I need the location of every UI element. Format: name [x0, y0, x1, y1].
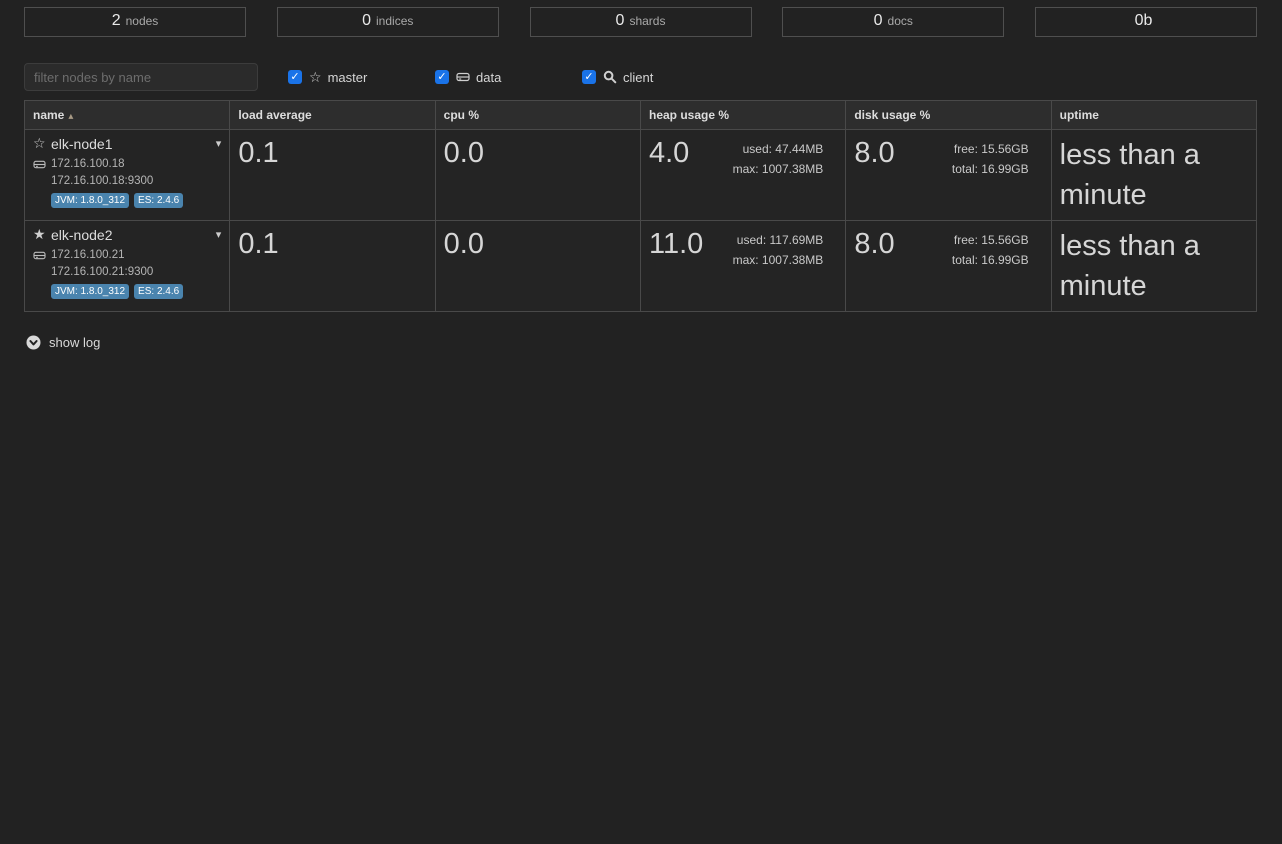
- cpu-cell: 0.0: [435, 130, 640, 221]
- elected-master-star-icon: ★: [33, 226, 51, 243]
- filter-master-checkbox-group[interactable]: ✓ ☆ master: [288, 70, 405, 85]
- heap-usage-cell: 4.0 used: 47.44MB max: 1007.38MB: [640, 130, 845, 221]
- node-actions-caret-icon[interactable]: ▾: [216, 137, 222, 150]
- client-checkbox[interactable]: ✓: [582, 70, 596, 84]
- stat-indices: 0 indices: [277, 7, 499, 37]
- uptime-cell: less than a minute: [1051, 130, 1256, 221]
- cpu-value: 0.0: [444, 137, 632, 170]
- cluster-stats-row: 2 nodes 0 indices 0 shards 0 docs 0b: [0, 0, 1282, 37]
- drive-icon: [456, 71, 470, 83]
- cpu-cell: 0.0: [435, 221, 640, 312]
- disk-percent-value: 8.0: [854, 228, 894, 270]
- node-ip: 172.16.100.18: [51, 158, 125, 170]
- jvm-version-badge: JVM: 1.8.0_312: [51, 193, 129, 208]
- uptime-value: less than a minute: [1060, 226, 1248, 306]
- load-average-value: 0.1: [238, 137, 426, 170]
- node-actions-caret-icon[interactable]: ▾: [216, 228, 222, 241]
- column-header-uptime[interactable]: uptime: [1051, 101, 1256, 130]
- disk-total: total: 16.99GB: [952, 159, 1029, 179]
- data-checkbox[interactable]: ✓: [435, 70, 449, 84]
- stat-docs: 0 docs: [782, 7, 1004, 37]
- node-name-cell: ★ elk-node2 ▾ 172.16.100.21 172.16.100.2…: [25, 221, 230, 312]
- show-log-toggle[interactable]: show log: [26, 335, 136, 350]
- heap-percent-value: 11.0: [649, 228, 703, 270]
- es-version-badge: ES: 2.4.6: [134, 193, 183, 208]
- column-header-heap-usage[interactable]: heap usage %: [640, 101, 845, 130]
- master-checkbox-label: master: [328, 70, 368, 85]
- star-icon: ☆: [309, 70, 322, 84]
- filter-data-checkbox-group[interactable]: ✓ data: [435, 70, 552, 85]
- client-checkbox-label: client: [623, 70, 653, 85]
- heap-max: max: 1007.38MB: [733, 250, 824, 270]
- stat-shards-label: shards: [629, 14, 665, 28]
- node-transport-address: 172.16.100.21:9300: [51, 266, 221, 278]
- column-header-name[interactable]: name▴: [25, 101, 230, 130]
- disk-usage-cell: 8.0 free: 15.56GB total: 16.99GB: [846, 221, 1051, 312]
- stat-shards-value: 0: [616, 12, 625, 30]
- column-header-load-average[interactable]: load average: [230, 101, 435, 130]
- master-checkbox[interactable]: ✓: [288, 70, 302, 84]
- chevron-circle-down-icon: [26, 335, 41, 350]
- node-ip: 172.16.100.21: [51, 249, 125, 261]
- disk-percent-value: 8.0: [854, 137, 894, 179]
- heap-used: used: 117.69MB: [733, 230, 824, 250]
- stat-nodes: 2 nodes: [24, 7, 246, 37]
- disk-usage-cell: 8.0 free: 15.56GB total: 16.99GB: [846, 130, 1051, 221]
- heap-usage-cell: 11.0 used: 117.69MB max: 1007.38MB: [640, 221, 845, 312]
- stat-size: 0b: [1035, 7, 1257, 37]
- cpu-value: 0.0: [444, 228, 632, 261]
- stat-indices-label: indices: [376, 14, 413, 28]
- node-transport-address: 172.16.100.18:9300: [51, 175, 221, 187]
- uptime-cell: less than a minute: [1051, 221, 1256, 312]
- stat-nodes-label: nodes: [126, 14, 159, 28]
- jvm-version-badge: JVM: 1.8.0_312: [51, 284, 129, 299]
- show-log-label: show log: [49, 335, 100, 350]
- node-row-elk-node1: ☆ elk-node1 ▾ 172.16.100.18 172.16.100.1…: [25, 130, 1257, 221]
- node-row-elk-node2: ★ elk-node2 ▾ 172.16.100.21 172.16.100.2…: [25, 221, 1257, 312]
- load-average-cell: 0.1: [230, 221, 435, 312]
- stat-nodes-value: 2: [112, 12, 121, 30]
- drive-icon: [33, 159, 51, 170]
- stat-indices-value: 0: [362, 12, 371, 30]
- node-name-cell: ☆ elk-node1 ▾ 172.16.100.18 172.16.100.1…: [25, 130, 230, 221]
- node-title[interactable]: ☆ elk-node1 ▾: [33, 135, 221, 152]
- load-average-value: 0.1: [238, 228, 426, 261]
- heap-percent-value: 4.0: [649, 137, 689, 179]
- node-name[interactable]: elk-node1: [51, 136, 113, 152]
- sort-asc-icon: ▴: [68, 111, 73, 122]
- disk-total: total: 16.99GB: [952, 250, 1029, 270]
- nodes-table-header-row: name▴ load average cpu % heap usage % di…: [25, 101, 1257, 130]
- filter-nodes-input[interactable]: [24, 63, 258, 91]
- node-title[interactable]: ★ elk-node2 ▾: [33, 226, 221, 243]
- stat-docs-label: docs: [888, 14, 913, 28]
- stat-docs-value: 0: [874, 12, 883, 30]
- filter-row: ✓ ☆ master ✓ data ✓ client: [24, 63, 1282, 91]
- nodes-table: name▴ load average cpu % heap usage % di…: [24, 100, 1257, 312]
- drive-icon: [33, 250, 51, 261]
- heap-used: used: 47.44MB: [733, 139, 824, 159]
- disk-free: free: 15.56GB: [952, 230, 1029, 250]
- node-name[interactable]: elk-node2: [51, 227, 113, 243]
- load-average-cell: 0.1: [230, 130, 435, 221]
- stat-size-value: 0b: [1135, 12, 1153, 30]
- master-eligible-star-icon: ☆: [33, 135, 51, 152]
- data-checkbox-label: data: [476, 70, 501, 85]
- heap-max: max: 1007.38MB: [733, 159, 824, 179]
- column-header-cpu[interactable]: cpu %: [435, 101, 640, 130]
- es-version-badge: ES: 2.4.6: [134, 284, 183, 299]
- stat-shards: 0 shards: [530, 7, 752, 37]
- column-header-disk-usage[interactable]: disk usage %: [846, 101, 1051, 130]
- filter-client-checkbox-group[interactable]: ✓ client: [582, 70, 699, 85]
- disk-free: free: 15.56GB: [952, 139, 1029, 159]
- uptime-value: less than a minute: [1060, 135, 1248, 215]
- search-icon: [603, 70, 617, 84]
